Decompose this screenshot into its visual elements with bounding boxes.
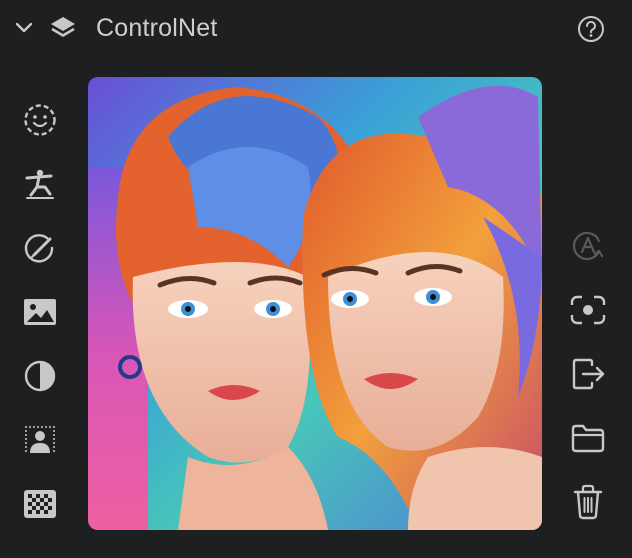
layers-icon bbox=[48, 13, 78, 43]
export-button[interactable] bbox=[566, 354, 610, 398]
auto-a-icon bbox=[571, 229, 605, 268]
trash-icon bbox=[572, 484, 604, 525]
open-folder-button[interactable] bbox=[566, 418, 610, 462]
pose-tool-button[interactable] bbox=[18, 164, 62, 208]
chevron-down-icon[interactable] bbox=[14, 18, 34, 38]
contrast-tool-button[interactable] bbox=[18, 356, 62, 400]
auto-button[interactable] bbox=[566, 226, 610, 270]
export-arrow-icon bbox=[570, 357, 606, 396]
controlnet-image-preview[interactable] bbox=[88, 77, 542, 530]
smiley-face-icon bbox=[23, 103, 57, 142]
pencil-circle-icon bbox=[23, 231, 57, 270]
transparency-tool-button[interactable] bbox=[18, 484, 62, 528]
focus-button[interactable] bbox=[566, 290, 610, 334]
person-dotted-icon bbox=[22, 423, 58, 462]
person-mask-tool-button[interactable] bbox=[18, 420, 62, 464]
pose-figure-icon bbox=[23, 167, 57, 206]
image-icon bbox=[22, 296, 58, 333]
panel-title: ControlNet bbox=[96, 14, 218, 42]
preview-image bbox=[88, 77, 542, 530]
half-circle-contrast-icon bbox=[23, 359, 57, 398]
face-tool-button[interactable] bbox=[18, 100, 62, 144]
focus-frame-icon bbox=[570, 294, 606, 331]
panel-header: ControlNet bbox=[0, 0, 632, 58]
help-icon[interactable] bbox=[576, 14, 606, 44]
folder-icon bbox=[570, 423, 606, 458]
scribble-tool-button[interactable] bbox=[18, 228, 62, 272]
checkerboard-icon bbox=[23, 489, 57, 524]
image-tool-button[interactable] bbox=[18, 292, 62, 336]
delete-button[interactable] bbox=[566, 482, 610, 526]
